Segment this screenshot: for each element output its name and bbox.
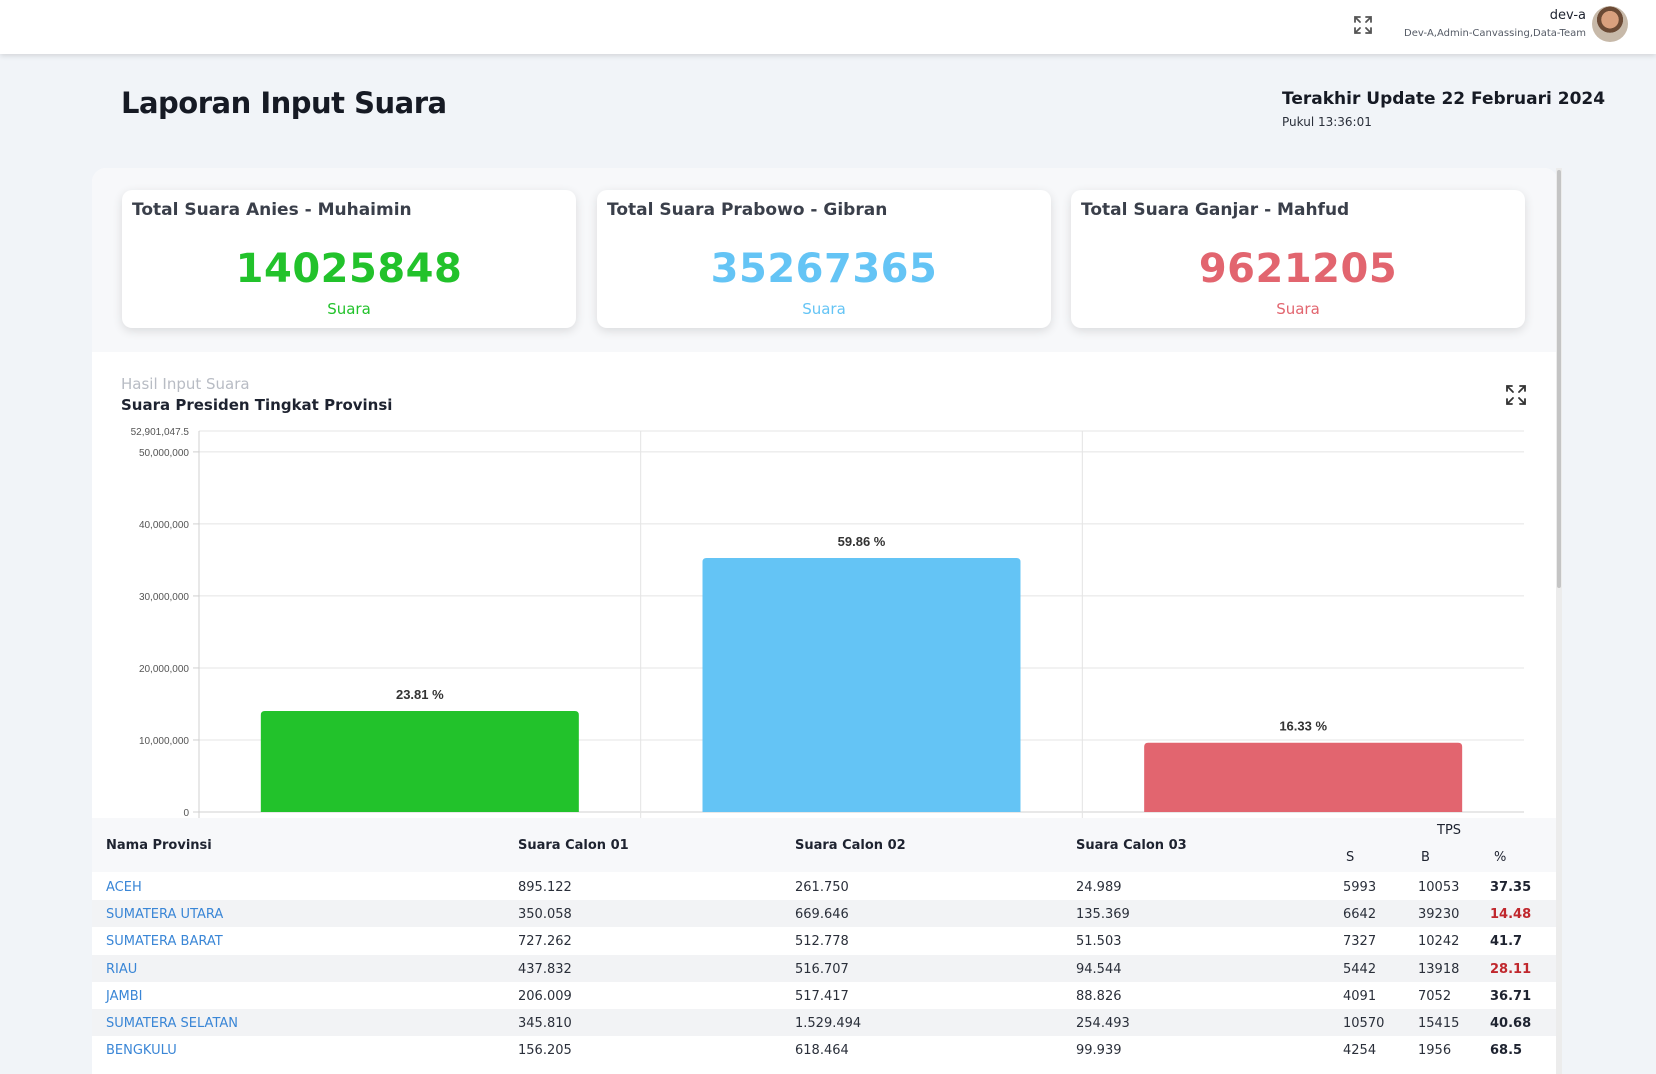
votes-c1: 156.205	[518, 1043, 572, 1059]
votes-c1: 727.262	[518, 934, 572, 950]
tps-pct: 28.11	[1490, 961, 1532, 977]
province-link[interactable]: RIAU	[106, 962, 137, 977]
votes-c3: 254.493	[1076, 1016, 1130, 1031]
votes-c2: 512.778	[795, 934, 849, 950]
col-header-province: Nama Provinsi	[106, 838, 212, 853]
y-tick-label: 50,000,000	[139, 448, 189, 459]
col-header-c2: Suara Calon 02	[795, 838, 906, 853]
bar-1	[260, 710, 579, 812]
tps-s: 5442	[1343, 961, 1377, 977]
bar-data-label: 23.81 %	[396, 687, 444, 702]
votes-c2: 1.529.494	[795, 1016, 862, 1031]
tps-pct: 68.5	[1490, 1043, 1523, 1059]
province-link[interactable]: SUMATERA BARAT	[106, 934, 223, 949]
y-tick-label: 40,000,000	[139, 520, 189, 531]
votes-c1: 345.810	[518, 1016, 572, 1031]
votes-c2: 516.707	[795, 961, 849, 977]
table-row: RIAU 437.832 516.707 94.544 5442 13918 28.11	[92, 954, 1556, 982]
tps-pct: 36.71	[1490, 988, 1532, 1004]
col-header-tps: TPS	[1437, 823, 1462, 838]
table-row: SUMATERA SELATAN 345.810 1.529.494 254.493 1…	[92, 1009, 1556, 1036]
tps-s: 10570	[1343, 1016, 1385, 1031]
y-max-label: 52,901,047.5	[131, 427, 190, 438]
tps-s: 4091	[1343, 988, 1377, 1004]
tps-b: 13918	[1418, 961, 1460, 977]
y-tick-label: 20,000,000	[139, 664, 189, 675]
y-tick-label: 30,000,000	[139, 592, 189, 603]
province-link[interactable]: SUMATERA SELATAN	[106, 1016, 238, 1031]
votes-c3: 88.826	[1076, 988, 1122, 1004]
tps-pct: 37.35	[1490, 880, 1532, 895]
votes-c2: 669.646	[795, 907, 849, 923]
bar-data-label: 59.86 %	[838, 534, 886, 549]
col-header-b: B	[1421, 850, 1430, 865]
tps-s: 4254	[1343, 1043, 1377, 1059]
bar-3	[1144, 742, 1463, 812]
tps-s: 7327	[1343, 934, 1377, 950]
votes-c3: 24.989	[1076, 880, 1122, 895]
votes-c2: 618.464	[795, 1043, 849, 1059]
votes-c3: 135.369	[1076, 907, 1130, 923]
table-row: BENGKULU 156.205 618.464 99.939 4254 1956 68.5	[92, 1036, 1556, 1063]
votes-c2: 261.750	[795, 880, 849, 895]
votes-c3: 94.544	[1076, 961, 1122, 977]
col-header-c1: Suara Calon 01	[518, 838, 629, 853]
y-tick-label: 10,000,000	[139, 736, 189, 747]
tps-b: 10242	[1418, 934, 1460, 950]
table-row: JAMBI 206.009 517.417 88.826 4091 7052 36.71	[92, 982, 1556, 1009]
bar-data-label: 16.33 %	[1279, 719, 1327, 734]
bar-2	[702, 558, 1021, 812]
votes-c1: 206.009	[518, 988, 572, 1004]
province-link[interactable]: ACEH	[106, 880, 142, 895]
table-row: SUMATERA UTARA 350.058 669.646 135.369 6642 3…	[92, 900, 1556, 928]
tps-pct: 14.48	[1490, 907, 1532, 923]
votes-c3: 99.939	[1076, 1043, 1122, 1059]
votes-c1: 895.122	[518, 880, 572, 895]
tps-s: 5993	[1343, 880, 1377, 895]
province-link[interactable]: SUMATERA UTARA	[106, 907, 223, 922]
col-header-c3: Suara Calon 03	[1076, 838, 1187, 853]
province-link[interactable]: BENGKULU	[106, 1043, 177, 1058]
tps-b: 1956	[1418, 1043, 1452, 1059]
tps-pct: 41.7	[1490, 934, 1523, 950]
votes-c2: 517.417	[795, 988, 849, 1004]
tps-b: 15415	[1418, 1016, 1460, 1031]
tps-pct: 40.68	[1490, 1016, 1532, 1031]
tps-b: 10053	[1418, 880, 1460, 895]
table-row: SUMATERA BARAT 727.262 512.778 51.503 7327 10…	[92, 927, 1556, 954]
tps-b: 39230	[1418, 907, 1460, 923]
tps-s: 6642	[1343, 907, 1377, 923]
province-link[interactable]: JAMBI	[106, 989, 142, 1004]
table-row: ACEH 895.122 261.750 24.989 5993 10053 37.35	[92, 873, 1556, 900]
votes-c1: 437.832	[518, 961, 572, 977]
votes-c1: 350.058	[518, 907, 572, 923]
tps-b: 7052	[1418, 988, 1452, 1004]
col-header-pct: %	[1494, 850, 1507, 865]
votes-c3: 51.503	[1076, 934, 1122, 950]
col-header-s: S	[1346, 850, 1355, 865]
